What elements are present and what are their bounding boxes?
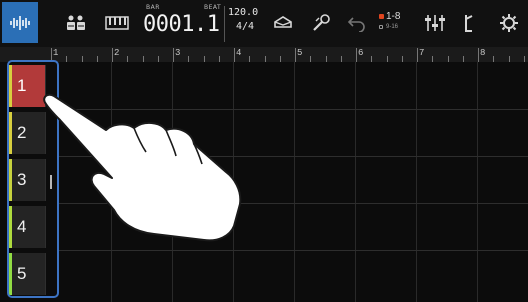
- ruler-mark: 1: [53, 48, 59, 58]
- undo-button[interactable]: [342, 2, 372, 43]
- track-range-button[interactable]: 1-8 9-16: [378, 8, 412, 38]
- bar-label: BAR: [146, 4, 160, 11]
- keyboard-icon: [105, 15, 129, 30]
- beat-label: BEAT: [204, 4, 222, 11]
- waveform-button[interactable]: [2, 2, 38, 43]
- mixer-icon: [425, 14, 445, 31]
- hand-pointer-icon: [43, 93, 242, 242]
- ruler-mark: 3: [175, 48, 181, 58]
- ruler-mark: 7: [419, 48, 425, 58]
- eraser-icon: [274, 15, 292, 28]
- ruler-mark: 4: [236, 48, 242, 58]
- bar-line: [416, 62, 417, 302]
- ruler-tick: [173, 48, 174, 62]
- ruler-mark: 2: [114, 48, 120, 58]
- bar-line: [477, 62, 478, 302]
- eraser-button[interactable]: [266, 2, 300, 43]
- range-main: 1-8: [386, 11, 401, 22]
- tempo-bpm: 120.0: [228, 7, 259, 18]
- bar-line: [355, 62, 356, 302]
- ruler-tick: [478, 48, 479, 62]
- range-sub: 9-16: [386, 24, 399, 30]
- drums-button[interactable]: [58, 2, 94, 43]
- timeline-ruler[interactable]: 1 2 3 4 5 6 7 8: [0, 47, 528, 62]
- track-divider: [58, 250, 528, 251]
- ruler-tick: [112, 48, 113, 62]
- settings-button[interactable]: [492, 2, 526, 43]
- bar-line: [294, 62, 295, 302]
- undo-icon: [347, 16, 365, 32]
- ruler-tick: [417, 48, 418, 62]
- range-indicator-inactive: [379, 25, 383, 29]
- keyboard-button[interactable]: [100, 2, 134, 43]
- drums-icon: [67, 15, 85, 30]
- record-tool-button[interactable]: [304, 2, 338, 43]
- settings-icon: [500, 13, 518, 32]
- range-indicator-active: [379, 14, 384, 19]
- tempo-display[interactable]: 120.0 4/4: [224, 6, 259, 42]
- ruler-tick: [356, 48, 357, 62]
- waveform-icon: [10, 15, 30, 30]
- ruler-tick: [234, 48, 235, 62]
- counter-value: 0001.1: [143, 12, 220, 37]
- metronome-button[interactable]: [454, 2, 484, 43]
- ruler-mark: 5: [297, 48, 303, 58]
- ruler-tick: [295, 48, 296, 62]
- metronome-icon: [465, 14, 473, 32]
- record-tool-icon: [313, 13, 330, 31]
- ruler-mark: 6: [358, 48, 364, 58]
- mixer-button[interactable]: [418, 2, 452, 43]
- ruler-mark: 8: [480, 48, 486, 58]
- time-signature: 4/4: [235, 21, 254, 32]
- top-toolbar: BAR BEAT 0001.1 120.0 4/4 1-8 9-16: [0, 0, 528, 47]
